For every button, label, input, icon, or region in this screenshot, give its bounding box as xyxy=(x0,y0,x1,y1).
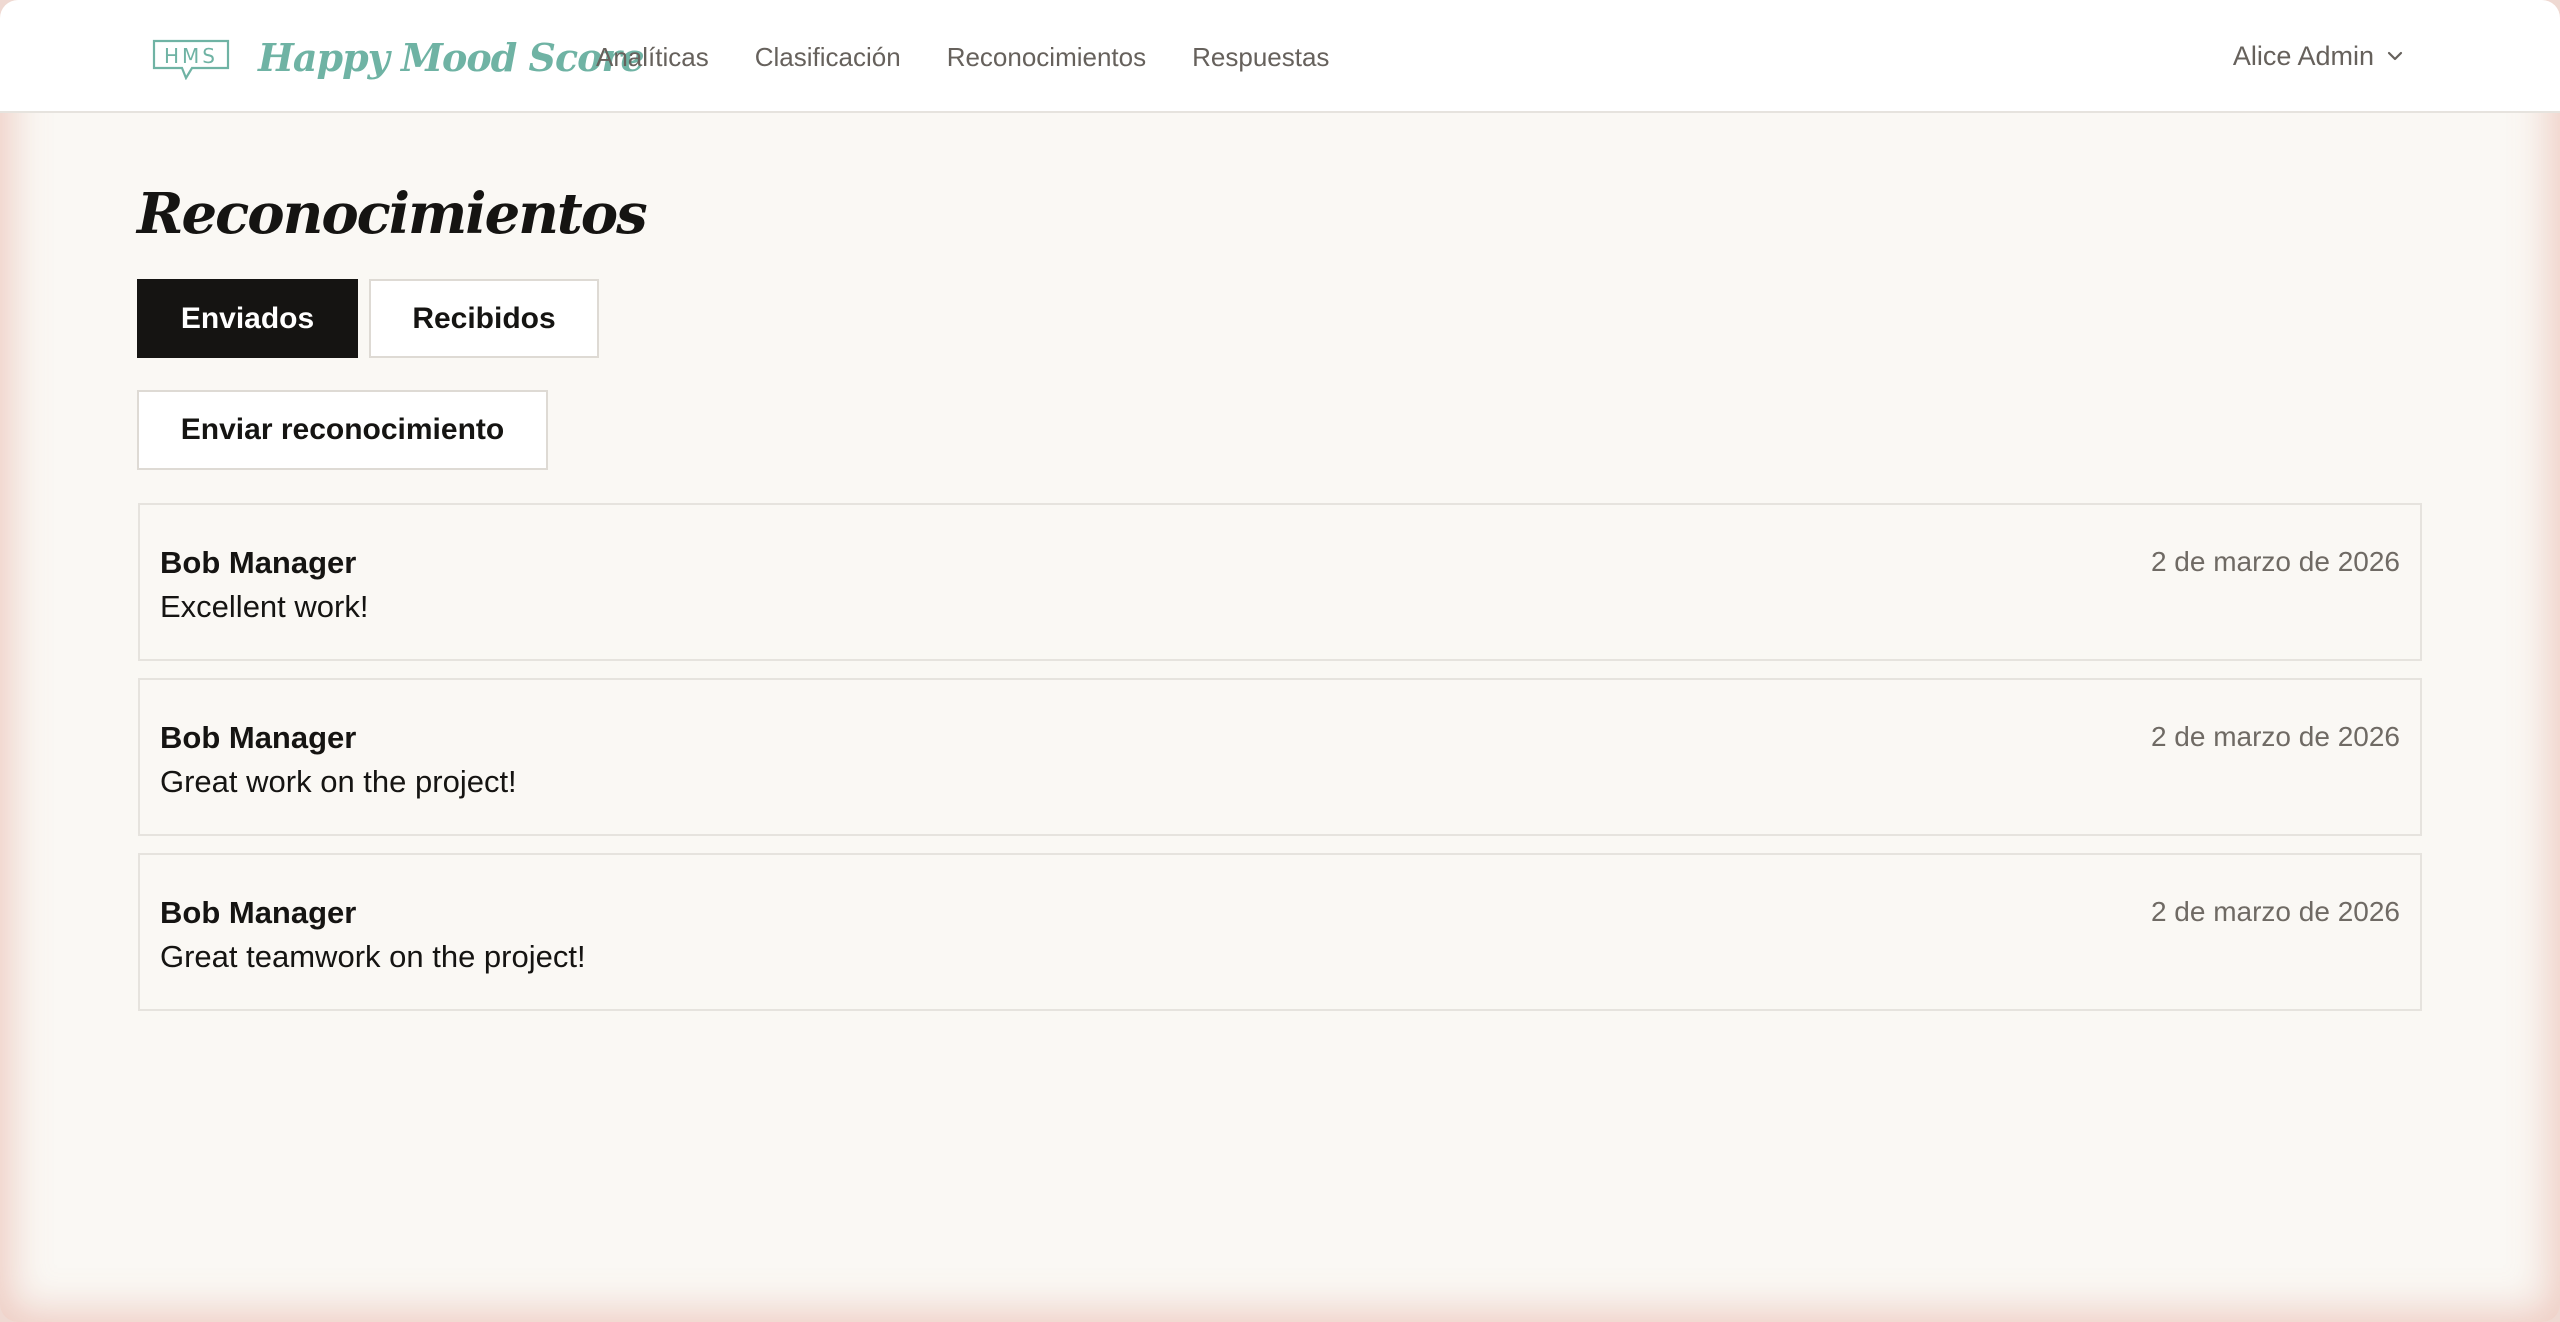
recipient-name: Bob Manager xyxy=(160,720,357,755)
tab-recibidos[interactable]: Recibidos xyxy=(369,279,599,358)
tab-enviados[interactable]: Enviados xyxy=(137,279,358,358)
recognition-list: Bob Manager Excellent work! 2 de marzo d… xyxy=(138,503,2422,1011)
main-nav: Analíticas Clasificación Reconocimientos… xyxy=(596,38,1329,78)
top-navbar: HMS Happy Mood Score Analíticas Clasific… xyxy=(0,0,2560,113)
nav-clasificacion[interactable]: Clasificación xyxy=(755,38,901,78)
recipient-name: Bob Manager xyxy=(160,895,357,930)
recognition-message: Excellent work! xyxy=(160,589,369,624)
recognition-date: 2 de marzo de 2026 xyxy=(2150,721,2400,752)
nav-reconocimientos[interactable]: Reconocimientos xyxy=(947,38,1146,78)
nav-analiticas[interactable]: Analíticas xyxy=(596,38,709,78)
brand-name[interactable]: Happy Mood Score xyxy=(258,30,645,86)
recognition-message: Great work on the project! xyxy=(160,764,517,799)
page-title: Reconocimientos xyxy=(137,181,648,247)
chevron-down-icon xyxy=(2387,51,2403,61)
recognition-date: 2 de marzo de 2026 xyxy=(2150,546,2400,577)
recognition-date: 2 de marzo de 2026 xyxy=(2150,896,2400,927)
user-name: Alice Admin xyxy=(2232,40,2374,71)
nav-respuestas[interactable]: Respuestas xyxy=(1192,38,1329,78)
app-window: HMS Happy Mood Score Analíticas Clasific… xyxy=(0,0,2560,1322)
list-item: Bob Manager Excellent work! 2 de marzo d… xyxy=(138,503,2422,661)
svg-text:HMS: HMS xyxy=(164,44,218,68)
list-item: Bob Manager Great teamwork on the projec… xyxy=(138,853,2422,1011)
send-recognition-button[interactable]: Enviar reconocimiento xyxy=(137,390,548,470)
list-item: Bob Manager Great work on the project! 2… xyxy=(138,678,2422,836)
recipient-name: Bob Manager xyxy=(160,545,357,580)
hms-logo-icon[interactable]: HMS xyxy=(152,38,230,80)
recognition-message: Great teamwork on the project! xyxy=(160,939,586,974)
user-menu[interactable]: Alice Admin xyxy=(2233,36,2406,76)
recognition-tabs: Enviados Recibidos xyxy=(137,279,599,358)
